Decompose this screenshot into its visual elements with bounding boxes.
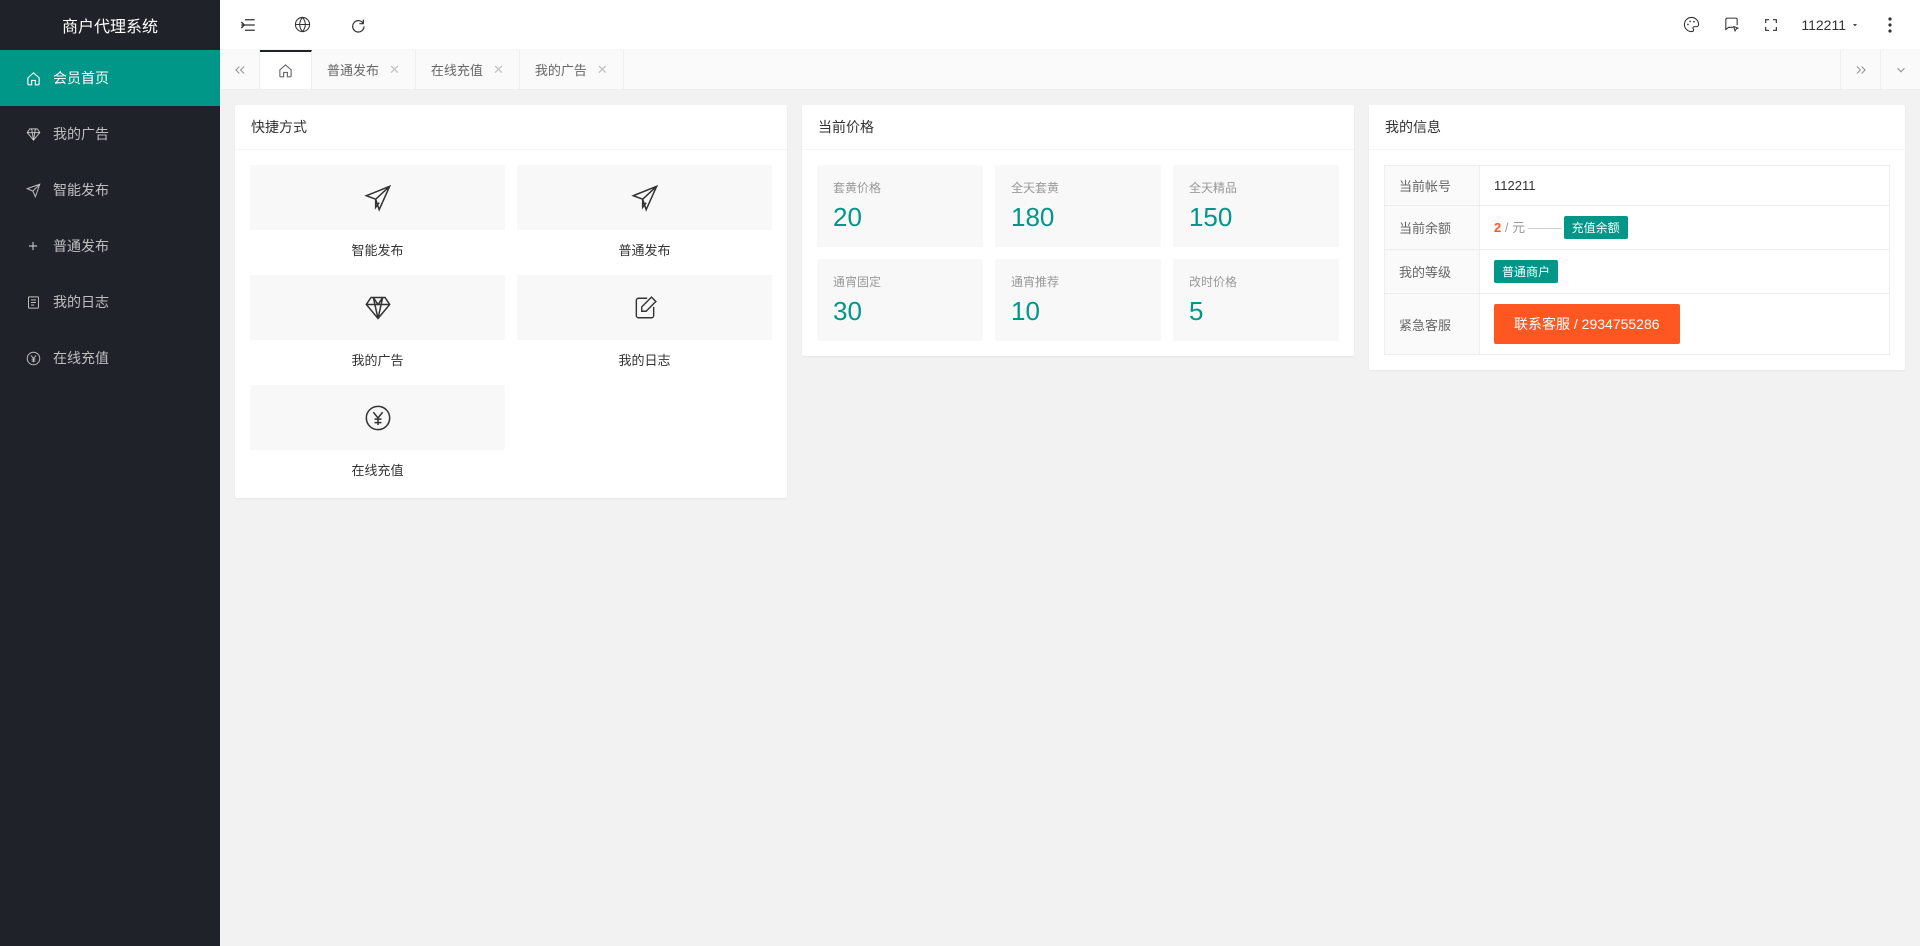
price-label: 改时价格 [1189,273,1323,290]
contact-button[interactable]: 联系客服 / 2934755286 [1494,304,1680,344]
plus-icon [25,238,41,254]
price-item: 套黄价格 20 [817,165,983,247]
shortcut-my-logs[interactable]: 我的日志 [517,275,772,373]
user-menu[interactable]: 112211 [1791,17,1870,33]
info-label: 我的等级 [1385,250,1480,294]
send-icon [25,182,41,198]
shortcuts-card: 快捷方式 智能发布 普通发布 [235,105,787,498]
price-value: 180 [1011,202,1145,233]
send-icon [250,165,505,230]
recharge-button[interactable]: 充值余额 [1564,216,1628,239]
tab-dropdown[interactable] [1880,50,1920,89]
diamond-icon [250,275,505,340]
tab-normal-publish[interactable]: 普通发布 ✕ [312,50,416,89]
refresh-button[interactable] [330,0,385,50]
diamond-icon [25,126,41,142]
price-value: 150 [1189,202,1323,233]
price-value: 10 [1011,296,1145,327]
tab-label: 我的广告 [535,60,587,79]
tab-label: 普通发布 [327,60,379,79]
price-label: 通宵固定 [833,273,967,290]
tab-home[interactable] [260,50,312,89]
shortcut-my-ads[interactable]: 我的广告 [250,275,505,373]
info-card: 我的信息 当前帐号 112211 当前余额 2 / 元 ---------- 充… [1369,105,1905,370]
price-value: 30 [833,296,967,327]
shortcut-label: 我的广告 [351,350,403,369]
tab-scroll-right[interactable] [1840,50,1880,89]
sidebar-item-label: 我的广告 [53,124,109,144]
tabbar: 普通发布 ✕ 在线充值 ✕ 我的广告 ✕ [220,50,1920,90]
theme-button[interactable] [1671,0,1711,50]
price-label: 全天套黄 [1011,179,1145,196]
sidebar-item-label: 智能发布 [53,180,109,200]
level-badge: 普通商户 [1494,260,1558,283]
username-label: 112211 [1801,17,1846,33]
sidebar: 商户代理系统 会员首页 我的广告 智能发布 [0,0,220,946]
card-title: 我的信息 [1369,105,1905,150]
shortcut-recharge[interactable]: 在线充值 [250,385,505,483]
tab-scroll-left[interactable] [220,50,260,89]
note-button[interactable] [1711,0,1751,50]
dashes: ---------- [1525,220,1564,235]
price-value: 5 [1189,296,1323,327]
prices-card: 当前价格 套黄价格 20 全天套黄 180 全天精品 150 [802,105,1354,356]
sidebar-item-label: 在线充值 [53,348,109,368]
price-label: 全天精品 [1189,179,1323,196]
yen-icon [25,350,41,366]
card-title: 当前价格 [802,105,1354,150]
send-icon [517,165,772,230]
price-value: 20 [833,202,967,233]
info-row-level: 我的等级 普通商户 [1385,250,1890,294]
sidebar-menu: 会员首页 我的广告 智能发布 普通发布 [0,50,220,386]
sidebar-item-label: 普通发布 [53,236,109,256]
shortcut-normal-publish[interactable]: 普通发布 [517,165,772,263]
home-icon [25,70,41,86]
shortcut-smart-publish[interactable]: 智能发布 [250,165,505,263]
app-title: 商户代理系统 [0,0,220,50]
info-label: 当前帐号 [1385,166,1480,206]
balance-unit: / 元 [1501,220,1525,235]
language-button[interactable] [275,0,330,50]
log-icon [25,294,41,310]
info-label: 当前余额 [1385,206,1480,250]
price-item: 全天精品 150 [1173,165,1339,247]
sidebar-item-label: 会员首页 [53,68,109,88]
info-value: 112211 [1480,166,1890,206]
sidebar-item-normal-publish[interactable]: 普通发布 [0,218,220,274]
shortcut-label: 普通发布 [618,240,670,259]
shortcut-label: 智能发布 [351,240,403,259]
price-item: 通宵固定 30 [817,259,983,341]
sidebar-item-logs[interactable]: 我的日志 [0,274,220,330]
close-icon[interactable]: ✕ [389,62,400,78]
close-icon[interactable]: ✕ [493,62,504,78]
info-row-account: 当前帐号 112211 [1385,166,1890,206]
price-label: 套黄价格 [833,179,967,196]
tab-recharge[interactable]: 在线充值 ✕ [416,50,520,89]
price-label: 通宵推荐 [1011,273,1145,290]
more-button[interactable] [1870,0,1910,50]
sidebar-item-smart-publish[interactable]: 智能发布 [0,162,220,218]
info-label: 紧急客服 [1385,294,1480,355]
info-row-balance: 当前余额 2 / 元 ---------- 充值余额 [1385,206,1890,250]
shortcut-label: 在线充值 [351,460,403,479]
edit-doc-icon [517,275,772,340]
fullscreen-button[interactable] [1751,0,1791,50]
price-item: 改时价格 5 [1173,259,1339,341]
close-icon[interactable]: ✕ [597,62,608,78]
sidebar-item-ads[interactable]: 我的广告 [0,106,220,162]
price-item: 全天套黄 180 [995,165,1161,247]
tab-my-ads[interactable]: 我的广告 ✕ [520,50,624,89]
yen-circle-icon [250,385,505,450]
card-title: 快捷方式 [235,105,787,150]
shortcut-label: 我的日志 [618,350,670,369]
sidebar-item-home[interactable]: 会员首页 [0,50,220,106]
menu-toggle-button[interactable] [220,0,275,50]
price-item: 通宵推荐 10 [995,259,1161,341]
tab-label: 在线充值 [431,60,483,79]
info-row-contact: 紧急客服 联系客服 / 2934755286 [1385,294,1890,355]
topbar: 112211 [220,0,1920,50]
sidebar-item-recharge[interactable]: 在线充值 [0,330,220,386]
sidebar-item-label: 我的日志 [53,292,109,312]
